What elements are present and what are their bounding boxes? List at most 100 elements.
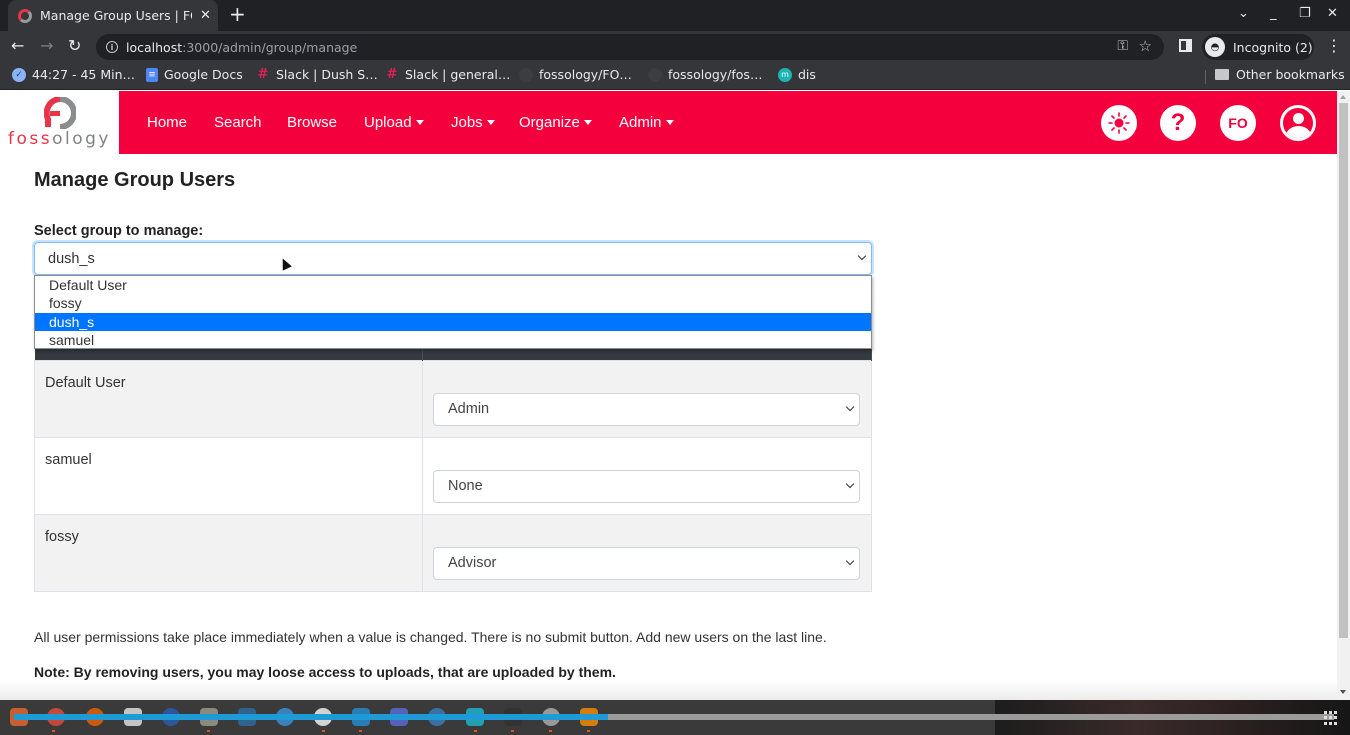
permission-value: Advisor [448, 555, 497, 571]
close-window-icon[interactable]: ✕ [1327, 6, 1338, 21]
new-tab-plus-icon[interactable]: + [229, 4, 246, 24]
scroll-up-arrow-icon[interactable] [1340, 95, 1346, 99]
browser-tab-strip: Manage Group Users | FOSSology ✕ + ⌄ _ ❐… [0, 0, 1350, 31]
group-option[interactable]: Default User [35, 276, 871, 294]
incognito-icon: ◓ [1205, 37, 1225, 57]
bookmark-item[interactable]: ≡ Google Docs [146, 67, 243, 82]
incognito-label: Incognito (2) [1233, 39, 1313, 55]
browser-tab-active[interactable]: Manage Group Users | FOSSology ✕ [8, 0, 218, 31]
caret-down-icon [415, 119, 424, 125]
user-name: fossy [34, 513, 423, 592]
profile-button[interactable] [1280, 105, 1316, 141]
permission-select[interactable]: None [433, 469, 860, 503]
bookmark-item[interactable]: # Slack | general… [385, 67, 511, 82]
table-row: samuel None [34, 436, 872, 515]
tab-title: Manage Group Users | FOSSology [40, 8, 192, 23]
reload-icon[interactable]: ↻ [68, 36, 81, 56]
folder-icon [1215, 69, 1229, 80]
caret-down-icon [486, 119, 495, 125]
help-button[interactable]: ? [1160, 105, 1196, 141]
page-bottom-fade [0, 681, 1337, 700]
bookmarks-bar: ✓ 44:27 - 45 Min… ≡ Google Docs # Slack … [0, 62, 1350, 90]
show-apps-grid-icon[interactable] [1324, 711, 1338, 725]
bookmark-item[interactable]: ✓ 44:27 - 45 Min… [12, 67, 135, 82]
group-option-selected[interactable]: dush_s [35, 312, 871, 331]
user-initials-button[interactable]: FO [1220, 105, 1256, 141]
github-icon [648, 67, 662, 82]
chevron-down-icon [857, 251, 867, 261]
caret-down-icon [665, 119, 674, 125]
site-info-icon[interactable]: i [106, 41, 118, 53]
nav-browse[interactable]: Browse [287, 114, 337, 131]
nav-admin[interactable]: Admin [619, 114, 674, 131]
group-select-label: Select group to manage: [34, 223, 204, 239]
other-bookmarks-folder[interactable]: Other bookmarks [1215, 67, 1345, 82]
group-option[interactable]: fossy [35, 294, 871, 312]
sun-icon [1108, 112, 1130, 134]
url-host: localhost [126, 39, 183, 55]
group-option[interactable]: samuel [35, 331, 871, 349]
scroll-thumb[interactable] [1339, 103, 1348, 638]
caret-down-icon [583, 119, 592, 125]
back-arrow-icon[interactable]: ← [11, 36, 24, 56]
group-select-value: dush_s [48, 250, 95, 267]
bookmark-item[interactable]: # Slack | Dush S… [256, 67, 378, 82]
bookmark-item[interactable]: m dis [778, 67, 816, 82]
nav-upload[interactable]: Upload [364, 114, 424, 131]
nav-jobs[interactable]: Jobs [451, 114, 495, 131]
logo-text: fossology [8, 129, 111, 149]
bookmark-label: 44:27 - 45 Min… [32, 67, 136, 82]
password-key-icon[interactable]: ⚿ [1117, 38, 1128, 54]
bookmark-item[interactable]: fossology/FO… [519, 67, 632, 82]
permission-value: Admin [448, 401, 490, 417]
os-taskbar [0, 700, 1350, 735]
browser-menu-icon[interactable]: ⋮ [1326, 36, 1342, 55]
chevron-down-icon [845, 556, 855, 565]
chevron-down-icon [845, 402, 855, 411]
user-initials: FO [1228, 115, 1248, 131]
media-progress-fill [14, 714, 608, 720]
slack-icon: # [257, 67, 269, 82]
page-scrollbar[interactable] [1337, 91, 1350, 700]
address-bar[interactable]: i localhost:3000/admin/group/manage ⚿ ☆ [96, 34, 1164, 60]
forward-arrow-icon[interactable]: → [40, 36, 53, 56]
bookmark-label: Google Docs [164, 67, 243, 82]
nav-organize[interactable]: Organize [519, 114, 592, 131]
group-users-table: Default User Admin samuel None fossy Adv… [34, 344, 872, 592]
slack-icon: # [386, 67, 398, 82]
url-path: :3000/admin/group/manage [182, 39, 358, 55]
chevron-down-icon [845, 479, 855, 488]
permission-select[interactable]: Advisor [433, 546, 860, 580]
user-icon [1293, 113, 1304, 124]
bookmark-star-icon[interactable]: ☆ [1139, 37, 1152, 55]
bookmark-item[interactable]: fossology/fos… [648, 67, 762, 82]
side-panel-icon[interactable] [1179, 39, 1192, 52]
app-navbar: fossology Home Search Browse Upload Jobs… [0, 91, 1337, 154]
github-icon [519, 67, 533, 82]
browser-toolbar: ← → ↻ i localhost:3000/admin/group/manag… [0, 31, 1350, 62]
tab-close-icon[interactable]: ✕ [200, 8, 211, 23]
table-row: Default User Admin [34, 359, 872, 438]
permission-select[interactable]: Admin [433, 392, 860, 426]
bookmarks-separator [1205, 70, 1206, 84]
scroll-down-arrow-icon[interactable] [1340, 690, 1346, 694]
fossology-logo[interactable]: fossology [0, 91, 119, 154]
table-row: fossy Advisor [34, 513, 872, 592]
restore-icon[interactable]: ❐ [1299, 6, 1311, 21]
removal-note-text: Note: By removing users, you may loose a… [34, 664, 616, 680]
tab-search-chevron-icon[interactable]: ⌄ [1238, 6, 1249, 21]
incognito-profile-button[interactable]: ◓ Incognito (2) [1202, 34, 1314, 60]
fossology-favicon-icon [18, 8, 32, 23]
bookmark-label: Slack | general… [405, 67, 511, 82]
google-docs-icon: ≡ [146, 67, 158, 82]
theme-toggle-button[interactable] [1101, 105, 1137, 141]
nav-search[interactable]: Search [214, 114, 262, 131]
group-dropdown-list: Default User fossy dush_s samuel [34, 275, 872, 349]
page-content: fossology Home Search Browse Upload Jobs… [0, 91, 1337, 700]
group-select[interactable]: dush_s [34, 242, 872, 275]
meet-icon: m [778, 67, 792, 82]
bookmark-label: Slack | Dush S… [276, 67, 378, 82]
nav-home[interactable]: Home [147, 114, 187, 131]
bookmark-label: fossology/FO… [539, 67, 632, 82]
minimize-icon[interactable]: _ [1270, 6, 1277, 21]
